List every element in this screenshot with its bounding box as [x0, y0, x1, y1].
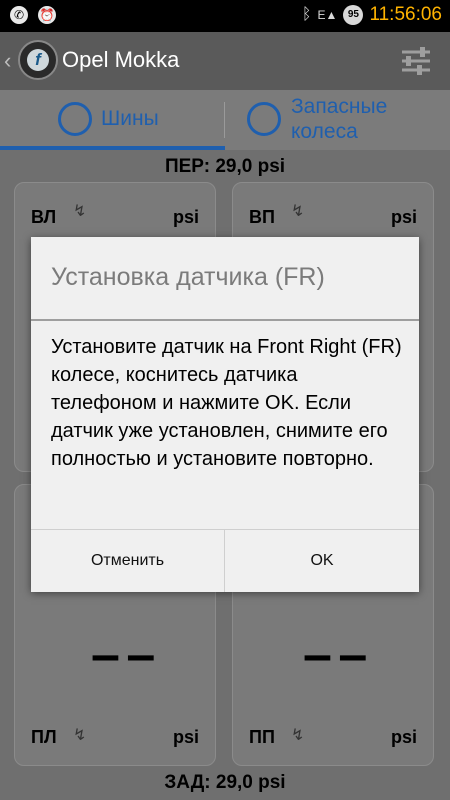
- front-pressure: ПЕР: 29,0 psi: [0, 156, 450, 178]
- unit-label: psi: [172, 207, 199, 227]
- dialog-button-bar: Отменить OK: [31, 529, 419, 592]
- alarm-icon: ⏰: [38, 6, 56, 24]
- sensor-icon: ↯: [291, 203, 305, 220]
- front-label: ПЕР:: [164, 156, 211, 177]
- wheel-icon: [247, 102, 281, 136]
- status-left-icons: ✆ ⏰: [10, 6, 56, 24]
- cancel-button[interactable]: Отменить: [31, 530, 225, 592]
- clock: 11:56:06: [369, 4, 442, 25]
- whatsapp-icon: ✆: [10, 6, 28, 24]
- app-title: Opel Mokka: [62, 47, 180, 72]
- tire-value: – –: [91, 626, 155, 684]
- dialog-message: Установите датчик на Front Right (FR) ко…: [51, 336, 402, 470]
- unit-label: psi: [390, 727, 417, 747]
- sensor-icon: ↯: [291, 727, 305, 744]
- ok-button[interactable]: OK: [225, 530, 419, 592]
- sensor-install-dialog: Установка датчика (FR) Установите датчик…: [31, 237, 419, 592]
- front-value: 29,0 psi: [215, 156, 286, 177]
- battery-icon: 95: [343, 5, 364, 25]
- status-right-icons: ᛒ E▲ 95 11:56:06: [302, 4, 442, 26]
- car-top-icon: [58, 102, 92, 136]
- signal-icon: E▲: [317, 8, 338, 22]
- tab-spare-label: Запасные колеса: [291, 95, 388, 143]
- dialog-title: Установка датчика (FR): [51, 263, 325, 291]
- app-logo-glyph: f: [27, 49, 49, 71]
- sensor-icon: ↯: [73, 203, 87, 220]
- wheel-label: ПЛ: [31, 727, 57, 747]
- bluetooth-icon: ᛒ: [301, 6, 312, 23]
- wheel-label: ПП: [249, 727, 275, 747]
- unit-label: psi: [172, 727, 199, 747]
- edge-indicator: E: [317, 8, 326, 22]
- unit-label: psi: [390, 207, 417, 227]
- tab-spare-wheels[interactable]: Запасные колеса: [225, 90, 450, 150]
- status-bar: ✆ ⏰ ᛒ E▲ 95 11:56:06: [0, 0, 450, 32]
- tab-tires[interactable]: Шины: [0, 90, 225, 150]
- filter-sliders-icon[interactable]: [400, 46, 432, 76]
- dialog-title-divider: [31, 319, 419, 321]
- tab-bar: Шины Запасные колеса: [0, 90, 450, 150]
- action-bar: ‹ f Opel Mokka: [0, 32, 450, 90]
- rear-label: ЗАД:: [164, 772, 211, 793]
- wheel-label: ВП: [249, 207, 275, 227]
- tire-value: – –: [303, 626, 367, 684]
- app-logo[interactable]: f: [18, 40, 58, 80]
- rear-pressure: ЗАД: 29,0 psi: [0, 772, 450, 794]
- chevron-left-icon[interactable]: ‹: [4, 48, 11, 74]
- sensor-icon: ↯: [73, 727, 87, 744]
- wheel-label: ВЛ: [31, 207, 57, 227]
- rear-value: 29,0 psi: [215, 772, 286, 793]
- tab-tires-label: Шины: [101, 107, 159, 130]
